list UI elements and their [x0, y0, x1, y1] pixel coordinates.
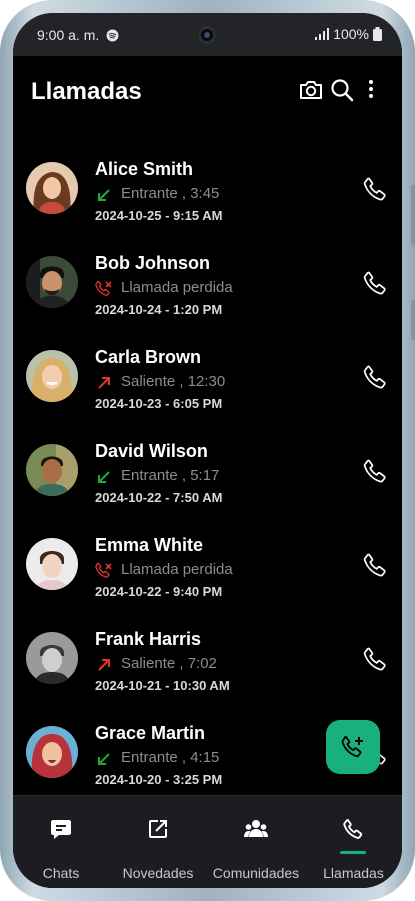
- call-datetime: 2024-10-21 - 10:30 AM: [95, 678, 230, 693]
- avatar: [26, 538, 78, 590]
- call-row[interactable]: Carla Brown Saliente , 12:30 2024-10-23 …: [13, 338, 402, 432]
- status-time-text: 9:00 a. m.: [37, 27, 100, 43]
- incoming-call-arrow-icon: [98, 189, 110, 201]
- app-bar: Llamadas: [13, 56, 402, 126]
- avatar: [26, 350, 78, 402]
- phone-icon[interactable]: [362, 458, 388, 484]
- call-detail: Saliente , 7:02: [121, 655, 217, 672]
- active-tab-indicator: [340, 851, 366, 854]
- contact-name: Alice Smith: [95, 159, 194, 179]
- signal-icon: [315, 28, 330, 40]
- phone-screen: 9:00 a. m. 100% Llamadas Alice Smith Ent…: [13, 13, 402, 888]
- phone-icon[interactable]: [362, 364, 388, 390]
- contact-name: Carla Brown: [95, 347, 202, 367]
- call-row[interactable]: David Wilson Entrante , 5:17 2024-10-22 …: [13, 432, 402, 526]
- contact-name: Frank Harris: [95, 629, 202, 649]
- phone-icon[interactable]: [362, 646, 388, 672]
- missed-call-icon: [95, 562, 112, 578]
- status-time: 9:00 a. m.: [37, 27, 119, 43]
- phone-icon[interactable]: [362, 176, 388, 202]
- nav-item-chats[interactable]: Chats: [13, 796, 109, 888]
- nav-label: Novedades: [122, 865, 194, 881]
- nav-label: Chats: [42, 865, 80, 881]
- spotify-icon: [106, 29, 119, 42]
- device-frame: 9:00 a. m. 100% Llamadas Alice Smith Ent…: [0, 0, 415, 901]
- phone-icon: [343, 819, 363, 839]
- front-camera: [198, 26, 216, 44]
- camera-icon[interactable]: [298, 77, 324, 103]
- search-icon[interactable]: [329, 77, 355, 103]
- call-datetime: 2024-10-20 - 3:25 PM: [95, 772, 223, 787]
- call-row[interactable]: Alice Smith Entrante , 3:45 2024-10-25 -…: [13, 150, 402, 244]
- bottom-navigation: Chats Novedades Comunidades Llamadas: [13, 795, 402, 888]
- avatar: [26, 444, 78, 496]
- avatar: [26, 162, 78, 214]
- call-detail: Entrante , 3:45: [121, 185, 220, 202]
- contact-name: David Wilson: [95, 441, 208, 461]
- avatar: [26, 726, 78, 778]
- call-detail: Llamada perdida: [121, 279, 233, 296]
- avatar: [26, 632, 78, 684]
- power-button: [411, 300, 415, 340]
- new-call-fab[interactable]: [326, 720, 380, 774]
- outgoing-call-arrow-icon: [98, 659, 110, 671]
- status-right: 100%: [315, 26, 382, 42]
- call-datetime: 2024-10-25 - 9:15 AM: [95, 208, 223, 223]
- nav-label: Llamadas: [323, 865, 384, 881]
- call-detail: Entrante , 4:15: [121, 749, 220, 766]
- call-row[interactable]: Bob Johnson Llamada perdida 2024-10-24 -…: [13, 244, 402, 338]
- call-datetime: 2024-10-22 - 9:40 PM: [95, 584, 223, 599]
- incoming-call-arrow-icon: [98, 471, 110, 483]
- battery-icon: [373, 27, 382, 41]
- call-list: Alice Smith Entrante , 3:45 2024-10-25 -…: [13, 150, 402, 808]
- call-datetime: 2024-10-24 - 1:20 PM: [95, 302, 223, 317]
- nav-item-llamadas[interactable]: Llamadas: [305, 796, 402, 888]
- avatar: [26, 256, 78, 308]
- nav-label: Comunidades: [212, 865, 300, 881]
- status-bar: 9:00 a. m. 100%: [13, 13, 402, 56]
- missed-call-icon: [95, 280, 112, 296]
- groups-icon: [244, 820, 268, 837]
- chat-bubble-icon: [51, 820, 71, 839]
- contact-name: Emma White: [95, 535, 204, 555]
- contact-name: Grace Martin: [95, 723, 206, 743]
- more-vert-icon[interactable]: [358, 77, 384, 103]
- call-detail: Entrante , 5:17: [121, 467, 220, 484]
- edit-square-icon: [149, 820, 167, 838]
- call-row[interactable]: Emma White Llamada perdida 2024-10-22 - …: [13, 526, 402, 620]
- call-detail: Llamada perdida: [121, 561, 233, 578]
- phone-icon[interactable]: [362, 270, 388, 296]
- incoming-call-arrow-icon: [98, 753, 110, 765]
- call-row[interactable]: Frank Harris Saliente , 7:02 2024-10-21 …: [13, 620, 402, 714]
- call-datetime: 2024-10-22 - 7:50 AM: [95, 490, 223, 505]
- volume-button: [411, 185, 415, 245]
- call-datetime: 2024-10-23 - 6:05 PM: [95, 396, 223, 411]
- nav-item-comunidades[interactable]: Comunidades: [207, 796, 305, 888]
- battery-text: 100%: [333, 26, 369, 42]
- phone-icon[interactable]: [362, 552, 388, 578]
- outgoing-call-arrow-icon: [98, 377, 110, 389]
- add-call-icon: [341, 735, 363, 758]
- contact-name: Bob Johnson: [95, 253, 210, 273]
- call-detail: Saliente , 12:30: [121, 373, 226, 390]
- page-title: Llamadas: [31, 78, 142, 105]
- nav-item-novedades[interactable]: Novedades: [109, 796, 207, 888]
